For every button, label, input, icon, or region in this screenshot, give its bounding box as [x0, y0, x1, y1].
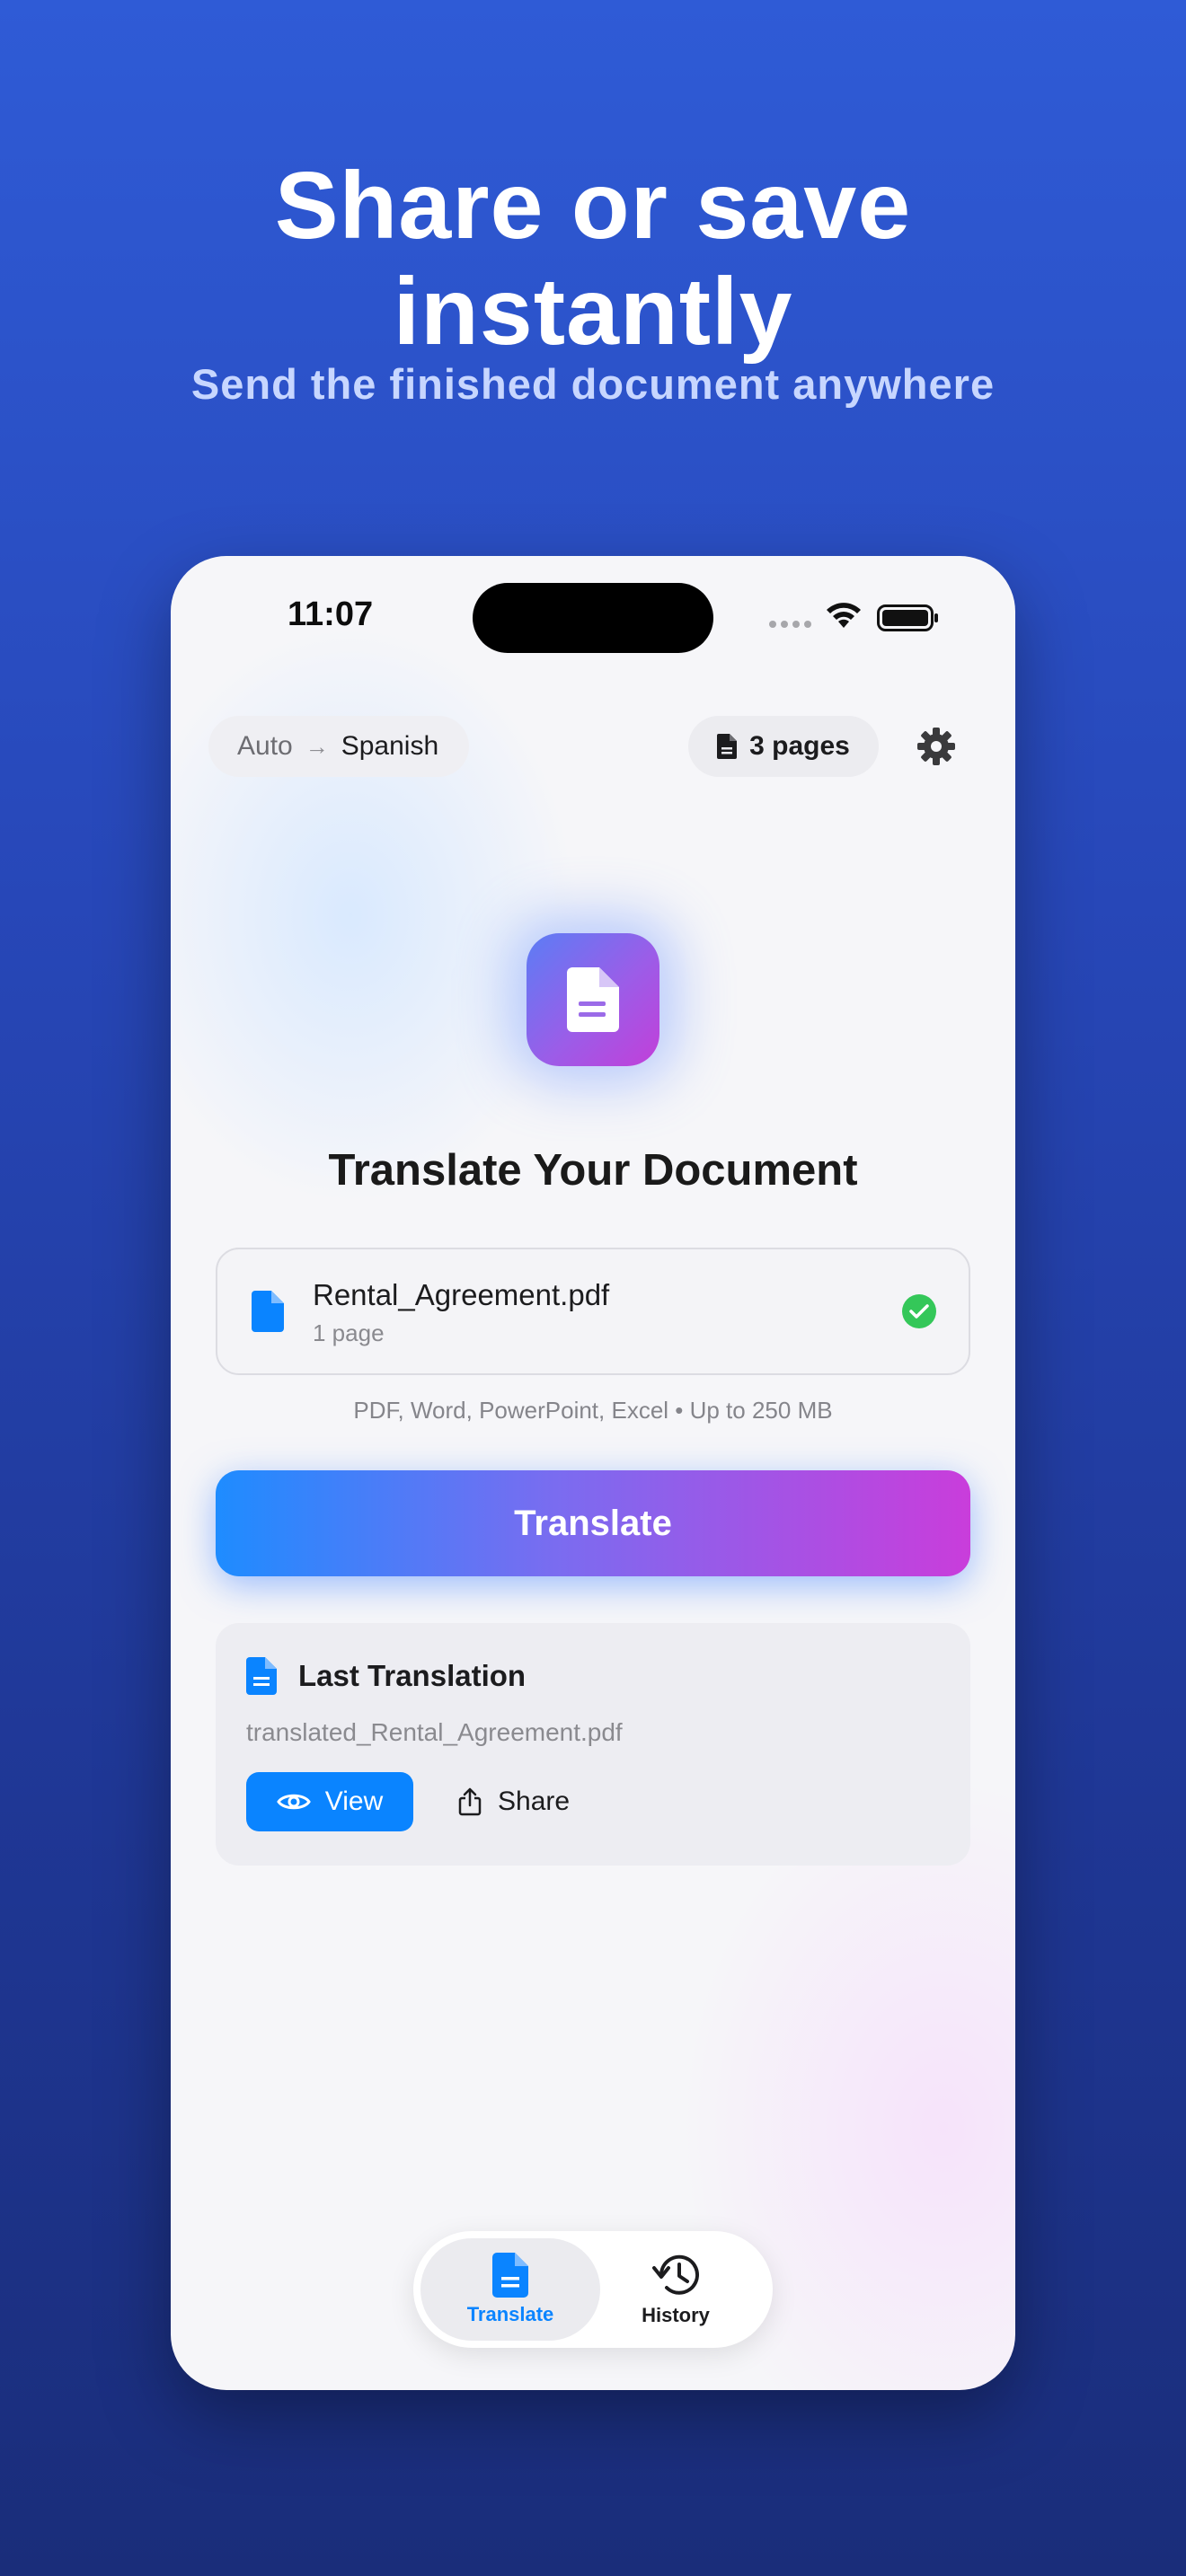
headline-line-2: instantly: [393, 259, 793, 365]
last-translation-title: Last Translation: [298, 1659, 527, 1692]
tab-history-label: History: [642, 2304, 710, 2326]
share-button[interactable]: Share: [458, 1772, 570, 1831]
supported-formats-hint: PDF, Word, PowerPoint, Excel • Up to 250…: [353, 1397, 833, 1424]
document-icon: [567, 967, 619, 1032]
selected-file-card[interactable]: Rental_Agreement.pdf 1 page: [216, 1248, 970, 1375]
tab-bar: Translate History: [413, 2231, 773, 2348]
wifi-icon: [827, 603, 861, 628]
arrow-right-icon: →: [305, 732, 329, 760]
battery-icon: [877, 604, 938, 631]
eye-icon: [276, 1794, 311, 1810]
marketing-headline: Share or save instantly: [0, 153, 1186, 365]
language-selector[interactable]: Auto → Spanish: [208, 716, 469, 777]
headline-line-1: Share or save: [274, 153, 912, 259]
tab-translate-label: Translate: [466, 2303, 554, 2325]
document-icon: [492, 2253, 528, 2298]
status-time: 11:07: [288, 595, 374, 633]
pages-label: 3 pages: [749, 731, 850, 761]
marketing-subheadline: Send the finished document anywhere: [190, 360, 996, 408]
page-title: Translate Your Document: [328, 1146, 858, 1195]
tab-history[interactable]: History: [586, 2238, 766, 2341]
source-language: Auto: [237, 731, 293, 761]
document-icon: [717, 734, 738, 759]
file-icon: [252, 1291, 284, 1332]
dynamic-island: [473, 583, 713, 653]
view-label: View: [324, 1786, 384, 1816]
translate-button[interactable]: Translate: [216, 1470, 970, 1576]
share-icon: [458, 1787, 482, 1816]
view-button[interactable]: View: [246, 1772, 413, 1831]
tab-translate[interactable]: Translate: [420, 2238, 600, 2341]
translated-file-name: translated_Rental_Agreement.pdf: [246, 1718, 623, 1746]
pages-counter-button[interactable]: 3 pages: [688, 716, 879, 777]
document-icon: [246, 1657, 277, 1695]
gear-icon[interactable]: [916, 727, 956, 766]
signal-dots-icon: [769, 621, 811, 628]
phone-screen: 11:07 Auto → Spanish 3 pages Translate Y…: [171, 556, 1015, 2390]
checkmark-circle-icon: [902, 1294, 936, 1328]
last-translation-card: Last Translation translated_Rental_Agree…: [216, 1623, 970, 1866]
file-name: Rental_Agreement.pdf: [313, 1278, 610, 1311]
target-language: Spanish: [341, 731, 439, 761]
document-hero-icon: [527, 933, 659, 1066]
history-icon: [652, 2254, 699, 2295]
file-page-count: 1 page: [313, 1319, 385, 1346]
share-label: Share: [498, 1786, 571, 1816]
